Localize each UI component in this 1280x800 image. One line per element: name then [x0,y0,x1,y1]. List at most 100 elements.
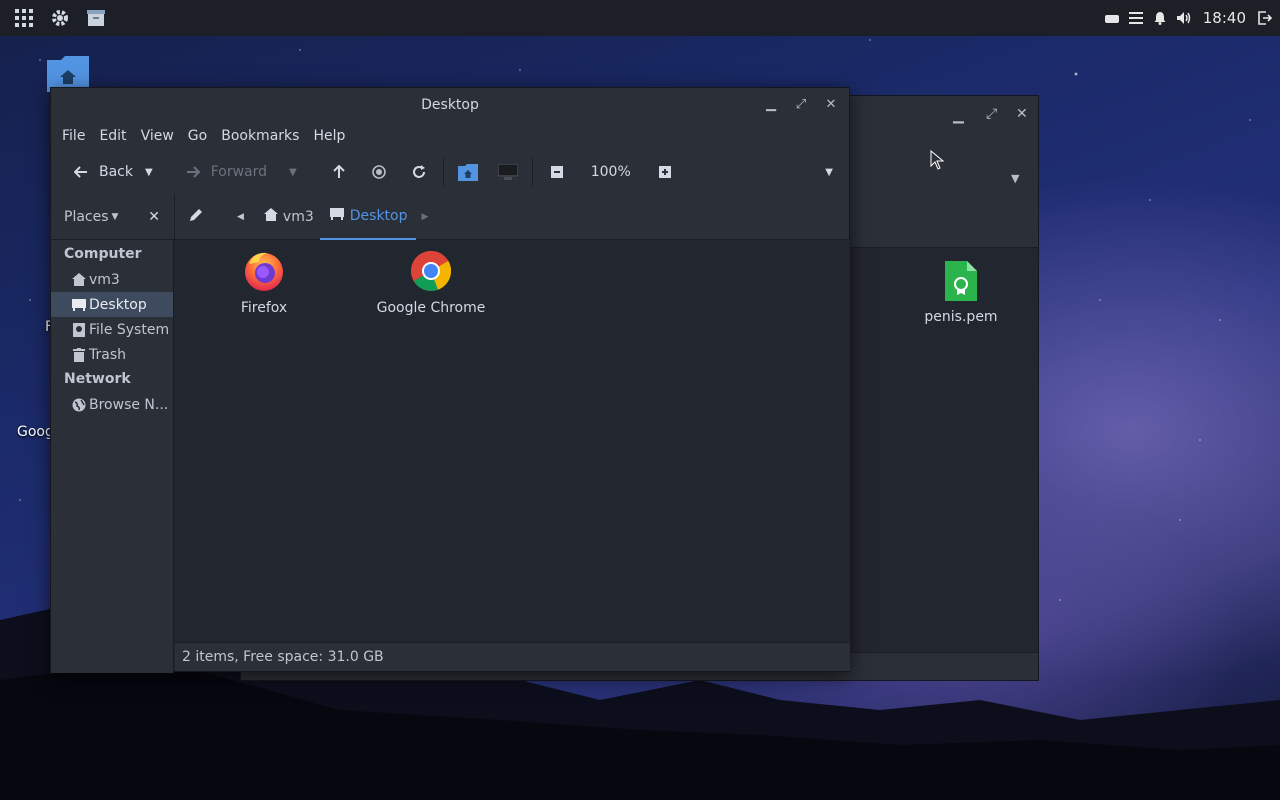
forward-label: Forward [210,164,268,180]
top-panel: 18:40 [0,0,1280,36]
places-sidebar: Computer vm3 Desktop File System Trash N [51,240,174,673]
zoom-out-icon [545,160,569,184]
pencil-icon [189,208,203,226]
chevron-down-icon: ▼ [111,211,119,222]
firefox-icon [245,252,283,291]
home-icon [263,208,278,225]
arrow-left-icon [69,160,93,184]
status-bar: 2 items, Free space: 31.0 GB [175,642,850,671]
archive-manager-icon[interactable] [78,0,114,36]
computer-icon [496,160,520,184]
chevron-down-icon: ▼ [825,166,833,178]
app-grid-icon[interactable] [6,0,42,36]
sidebar-item-label: File System [89,321,170,338]
sidebar-item-label: Trash [89,346,126,363]
chrome-icon [411,251,451,291]
arrow-up-icon [327,160,351,184]
menu-file[interactable]: File [55,128,92,144]
home-folder-icon [456,160,480,184]
home-button[interactable] [448,156,488,188]
file-item[interactable]: penis.pem [923,261,999,325]
minimize-icon[interactable]: ▁ [953,108,964,124]
file-manager-window[interactable]: Desktop ▁ ⤢ ✕ File Edit View Go Bookmark… [50,87,850,673]
sidebar-item-desktop[interactable]: Desktop [51,292,173,317]
settings-gear-icon[interactable] [42,0,78,36]
stop-button[interactable] [359,156,399,188]
close-icon[interactable]: ✕ [1016,106,1028,122]
tray-menu-icon[interactable] [1127,9,1145,27]
panel-clock[interactable]: 18:40 [1203,9,1246,27]
maximize-icon[interactable]: ⤢ [793,96,809,112]
tray-drive-icon[interactable] [1103,9,1121,27]
menu-view[interactable]: View [134,128,181,144]
maximize-icon[interactable]: ⤢ [986,106,997,122]
up-button[interactable] [319,156,359,188]
breadcrumb-desktop[interactable]: Desktop [319,194,416,240]
zoom-in-button[interactable] [645,156,685,188]
chevron-left-icon: ◀ [237,211,244,222]
forward-history-dropdown[interactable]: ▼ [285,156,301,188]
breadcrumb-scroll-left[interactable]: ◀ [217,194,258,240]
menu-go[interactable]: Go [181,128,214,144]
chevron-down-icon: ▼ [145,166,153,178]
window-title: Desktop [421,97,479,113]
volume-icon[interactable] [1175,9,1193,27]
sidebar-item-label: Browse N... [89,396,169,413]
breadcrumb-label: Desktop [349,207,408,224]
menu-help[interactable]: Help [306,128,352,144]
zoom-out-button[interactable] [537,156,577,188]
sidebar-item-label: vm3 [89,271,120,288]
file-name: Firefox [240,300,288,316]
reload-icon [407,160,431,184]
sidebar-item-vm3[interactable]: vm3 [51,267,173,292]
chevron-right-icon: ▶ [421,211,429,222]
computer-button[interactable] [488,156,528,188]
close-sidebar-icon[interactable]: ✕ [148,209,160,225]
sidebar-heading-computer: Computer [64,246,142,262]
drive-icon [71,322,87,338]
menu-bookmarks[interactable]: Bookmarks [214,128,306,144]
sidebar-item-trash[interactable]: Trash [51,342,173,367]
file-item-firefox[interactable]: Firefox [224,250,304,316]
sidebar-item-label: Desktop [89,296,147,313]
stop-icon [367,160,391,184]
reload-button[interactable] [399,156,439,188]
breadcrumb-scroll-right[interactable]: ▶ [416,194,435,240]
home-icon [71,272,87,288]
minimize-icon[interactable]: ▁ [763,96,779,112]
arrow-right-icon [181,160,205,184]
forward-button[interactable]: Forward [173,156,275,188]
back-button[interactable]: Back [61,156,141,188]
logout-icon[interactable] [1256,9,1274,27]
file-item-google-chrome[interactable]: Google Chrome [371,250,491,316]
sidebar-item-file-system[interactable]: File System [51,317,173,342]
chevron-down-icon[interactable]: ▼ [1011,172,1019,185]
desktop-icon [71,297,87,313]
file-view[interactable]: Firefox Google Chrome [175,240,850,643]
toolbar-overflow-button[interactable]: ▼ [817,156,841,188]
mouse-cursor-icon [930,150,944,170]
toolbar-separator [531,157,533,187]
notifications-bell-icon[interactable] [1151,9,1169,27]
sidebar-item-browse-network[interactable]: Browse N... [51,392,173,417]
edit-location-button[interactable] [175,194,217,240]
sidebar-heading-network: Network [64,371,131,387]
certificate-file-icon [945,261,977,301]
window-titlebar[interactable]: Desktop ▁ ⤢ ✕ [51,88,849,122]
breadcrumb-vm3[interactable]: vm3 [258,194,320,240]
desktop-partial-label: Goog [17,424,54,440]
toolbar: Back ▼ Forward ▼ 100% ▼ [51,150,849,194]
back-history-dropdown[interactable]: ▼ [141,156,157,188]
toolbar-separator [442,157,444,187]
zoom-level[interactable]: 100% [577,156,645,188]
desktop-icon [329,207,344,224]
zoom-in-icon [653,160,677,184]
menu-edit[interactable]: Edit [92,128,133,144]
file-name: penis.pem [924,309,998,325]
close-icon[interactable]: ✕ [823,96,839,112]
file-name: Google Chrome [376,300,486,316]
places-selector[interactable]: Places ▼ ✕ [51,209,174,225]
globe-icon [71,397,87,413]
breadcrumb-label: vm3 [282,208,314,225]
trash-icon [71,347,87,363]
